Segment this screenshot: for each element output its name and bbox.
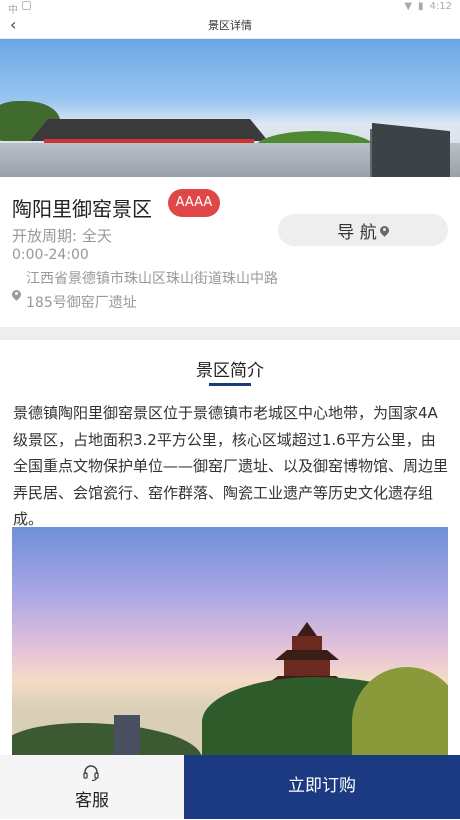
intro-title: 景区简介 xyxy=(196,361,264,381)
notification-icon xyxy=(22,1,31,10)
bottom-action-bar: 客服 立即订购 xyxy=(0,755,460,819)
battery-icon: ▮ xyxy=(418,1,424,12)
customer-service-button[interactable]: 客服 xyxy=(0,755,184,819)
intro-section: 景区简介 景德镇陶阳里御窑景区位于景德镇市老城区中心地带，为国家4A级景区，占地… xyxy=(0,340,460,820)
headset-icon xyxy=(83,765,99,782)
navigate-label: 导 航 xyxy=(337,222,377,243)
photo-small-tower xyxy=(114,715,140,755)
location-pin-icon xyxy=(380,226,389,235)
banner-stele xyxy=(372,122,450,177)
level-badge: AAAA xyxy=(168,189,220,217)
wifi-icon: ▼ xyxy=(404,1,413,12)
clock-text: 4:12 xyxy=(429,1,452,12)
address-text: 江西省景德镇市珠山区珠山街道珠山中路185号御窑厂遗址 xyxy=(26,271,278,311)
open-period: 开放周期: 全天 xyxy=(12,227,112,245)
intro-title-underline xyxy=(209,383,251,386)
banner-carousel[interactable] xyxy=(0,39,460,177)
order-now-button[interactable]: 立即订购 xyxy=(184,755,460,819)
open-hours: 0:00-24:00 xyxy=(12,247,89,263)
header-bar: ‹ 景区详情 xyxy=(0,14,460,39)
spot-name: 陶阳里御窑景区 xyxy=(12,197,152,221)
navigate-button[interactable]: 导 航 xyxy=(278,214,448,246)
page-title: 景区详情 xyxy=(208,19,252,32)
spot-info: 陶阳里御窑景区 AAAA 开放周期: 全天 0:00-24:00 导 航 江西省… xyxy=(0,177,460,327)
customer-service-label: 客服 xyxy=(75,791,109,811)
address-pin-icon xyxy=(12,284,21,303)
banner-roof xyxy=(30,119,268,141)
status-bar: 中 ▼ ▮ 4:12 xyxy=(0,0,460,16)
intro-text: 景德镇陶阳里御窑景区位于景德镇市老城区中心地带，为国家4A级景区，占地面积3.2… xyxy=(13,404,449,528)
section-divider xyxy=(0,327,460,340)
intro-photo xyxy=(12,527,448,767)
